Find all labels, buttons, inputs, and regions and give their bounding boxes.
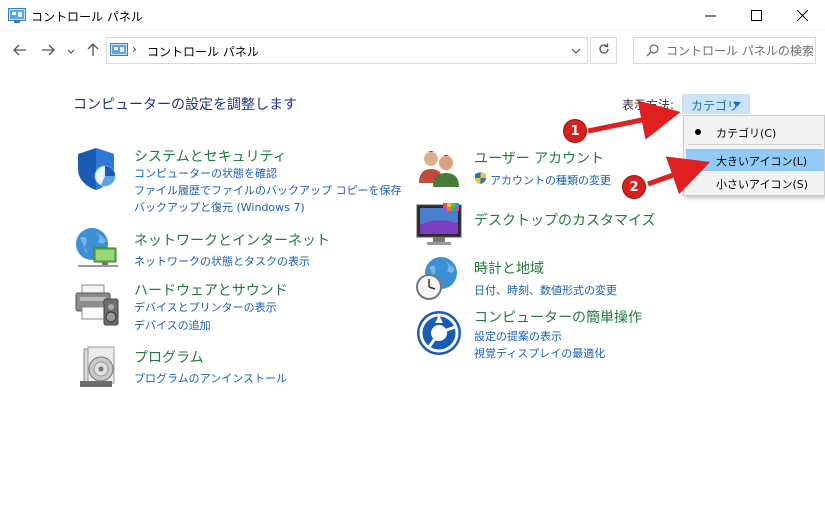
title-bar: コントロール パネル	[0, 0, 825, 31]
link-network-status[interactable]: ネットワークの状態とタスクの表示	[134, 253, 310, 269]
forward-button[interactable]	[38, 41, 58, 61]
menu-item-label: カテゴリ(C)	[716, 127, 777, 140]
menu-divider	[688, 144, 822, 145]
minimize-icon	[704, 10, 716, 21]
refresh-icon	[598, 43, 610, 58]
clock-globe-icon[interactable]	[415, 255, 463, 303]
uac-shield-icon	[474, 171, 487, 188]
arrow-right-icon	[41, 44, 55, 59]
link-file-history-backup[interactable]: ファイル履歴でファイルのバックアップ コピーを保存	[134, 182, 402, 198]
category-title-ease-of-access[interactable]: コンピューターの簡単操作	[474, 307, 642, 327]
category-title-clock-region[interactable]: 時計と地域	[474, 258, 544, 278]
control-panel-icon	[8, 8, 26, 23]
arrow-up-icon	[87, 42, 99, 60]
view-by-menu: カテゴリ(C) 大きいアイコン(L) 小さいアイコン(S)	[683, 115, 825, 196]
recent-locations-button[interactable]	[64, 41, 78, 61]
category-title-user-accounts[interactable]: ユーザー アカウント	[474, 148, 604, 168]
view-by-dropdown[interactable]: カテゴリ	[682, 94, 750, 114]
menu-item-category[interactable]: カテゴリ(C)	[686, 121, 824, 143]
control-panel-icon	[110, 43, 128, 58]
maximize-button[interactable]	[733, 0, 779, 31]
close-icon	[796, 10, 808, 21]
refresh-button[interactable]	[590, 37, 617, 64]
category-title-hardware-sound[interactable]: ハードウェアとサウンド	[134, 280, 288, 300]
search-input[interactable]	[666, 42, 814, 60]
link-check-computer-status[interactable]: コンピューターの状態を確認	[134, 165, 277, 181]
window-title: コントロール パネル	[31, 10, 143, 24]
monitor-icon[interactable]	[415, 199, 463, 247]
category-title-appearance[interactable]: デスクトップのカスタマイズ	[474, 210, 656, 230]
up-button[interactable]	[83, 41, 103, 61]
annotation-badge-1: 1	[563, 119, 587, 143]
search-icon	[646, 44, 659, 60]
selected-dot-icon	[695, 129, 701, 135]
link-uninstall-program[interactable]: プログラムのアンインストール	[134, 370, 287, 386]
printer-speaker-icon[interactable]	[74, 279, 122, 327]
shield-icon[interactable]	[74, 145, 122, 193]
chevron-down-icon[interactable]	[571, 44, 581, 58]
link-devices-printers[interactable]: デバイスとプリンターの表示	[134, 299, 277, 315]
network-globe-icon[interactable]	[74, 224, 122, 272]
view-by-value: カテゴリ	[691, 99, 740, 113]
link-change-date-time-format[interactable]: 日付、時刻、数値形式の変更	[474, 282, 617, 298]
view-by-label: 表示方法:	[622, 98, 675, 112]
maximize-icon	[750, 10, 762, 21]
annotation-arrow-1	[587, 100, 681, 140]
arrow-left-icon	[13, 44, 27, 59]
address-bar[interactable]: › コントロール パネル	[106, 37, 588, 64]
chevron-down-icon	[67, 44, 75, 58]
page-title: コンピューターの設定を調整します	[73, 97, 297, 113]
menu-item-label: 小さいアイコン(S)	[716, 178, 809, 191]
back-button[interactable]	[10, 41, 30, 61]
program-disc-icon[interactable]	[74, 343, 122, 391]
caret-down-icon	[733, 102, 741, 107]
breadcrumb-separator[interactable]: ›	[132, 42, 137, 56]
link-suggested-settings[interactable]: 設定の提案の表示	[474, 328, 562, 344]
link-optimize-visual-display[interactable]: 視覚ディスプレイの最適化	[474, 345, 605, 361]
link-change-account-type[interactable]: アカウントの種類の変更	[490, 172, 611, 188]
navigation-bar: › コントロール パネル	[0, 31, 825, 71]
annotation-arrows	[587, 100, 711, 195]
menu-item-label: 大きいアイコン(L)	[716, 155, 808, 168]
menu-item-large-icons[interactable]: 大きいアイコン(L)	[686, 149, 824, 171]
search-box[interactable]	[633, 37, 816, 64]
users-icon[interactable]	[415, 145, 463, 193]
breadcrumb-control-panel[interactable]: コントロール パネル	[147, 43, 259, 60]
ease-of-access-icon[interactable]	[415, 309, 463, 357]
close-button[interactable]	[779, 0, 825, 31]
link-backup-restore[interactable]: バックアップと復元 (Windows 7)	[134, 199, 305, 215]
link-add-device[interactable]: デバイスの追加	[134, 317, 211, 333]
category-title-network-internet[interactable]: ネットワークとインターネット	[134, 230, 330, 250]
menu-item-small-icons[interactable]: 小さいアイコン(S)	[686, 172, 824, 194]
category-title-programs[interactable]: プログラム	[134, 347, 204, 367]
category-title-system-security[interactable]: システムとセキュリティ	[134, 146, 287, 166]
annotation-badge-2: 2	[622, 175, 646, 199]
minimize-button[interactable]	[687, 0, 733, 31]
